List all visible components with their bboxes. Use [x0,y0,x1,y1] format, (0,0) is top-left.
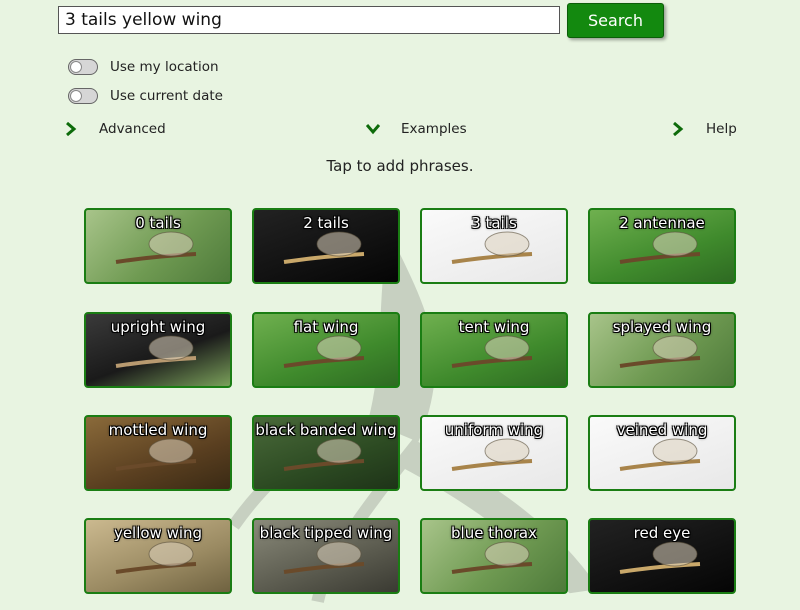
use-date-label: Use current date [110,88,223,104]
phrase-tile-label: black tipped wing [259,524,393,542]
phrase-tile[interactable]: mottled wing [84,415,232,491]
phrase-tile-label: upright wing [110,318,206,336]
hint-text: Tap to add phrases. [326,157,474,175]
phrase-tile[interactable]: blue thorax [420,518,568,594]
phrase-tile[interactable]: yellow wing [84,518,232,594]
phrase-tile[interactable]: 3 tails [420,208,568,284]
phrase-tile[interactable]: 2 tails [252,208,400,284]
help-link[interactable]: Help [671,121,737,137]
phrase-tile-label: flat wing [293,318,359,336]
chevron-right-icon [66,122,77,136]
phrase-tile[interactable]: black banded wing [252,415,400,491]
use-date-row[interactable]: Use current date [68,88,223,104]
toggle-knob [70,90,82,102]
chevron-right-icon [673,122,684,136]
advanced-label: Advanced [99,121,166,137]
use-date-toggle[interactable] [68,88,98,104]
advanced-link[interactable]: Advanced [64,121,166,137]
phrase-tile[interactable]: black tipped wing [252,518,400,594]
chevron-down-icon [366,124,380,135]
phrase-tile[interactable]: 0 tails [84,208,232,284]
phrase-tile[interactable]: red eye [588,518,736,594]
examples-label: Examples [401,121,467,137]
phrase-tile[interactable]: flat wing [252,312,400,388]
help-label: Help [706,121,737,137]
examples-link[interactable]: Examples [366,121,467,137]
phrase-tile-label: red eye [633,524,691,542]
phrase-tile-label: mottled wing [108,421,208,439]
phrase-tile[interactable]: splayed wing [588,312,736,388]
use-location-label: Use my location [110,59,219,75]
phrase-tile-label: 2 tails [303,214,349,232]
phrase-tile-label: 3 tails [471,214,517,232]
search-input[interactable] [58,6,560,34]
phrase-tile[interactable]: veined wing [588,415,736,491]
use-location-row[interactable]: Use my location [68,59,219,75]
phrase-tile-label: veined wing [616,421,708,439]
phrase-tile-label: blue thorax [451,524,537,542]
search-button[interactable]: Search [567,3,664,38]
phrase-tile-label: black banded wing [255,421,397,439]
phrase-tile[interactable]: 2 antennae [588,208,736,284]
phrase-tile-label: 0 tails [135,214,181,232]
phrase-tile[interactable]: uniform wing [420,415,568,491]
phrase-tile-label: 2 antennae [619,214,705,232]
phrase-tile[interactable]: upright wing [84,312,232,388]
toggle-knob [70,61,82,73]
phrase-tile[interactable]: tent wing [420,312,568,388]
phrase-tile-label: uniform wing [444,421,544,439]
phrase-tile-label: tent wing [458,318,530,336]
phrase-tile-label: splayed wing [612,318,712,336]
phrase-tile-label: yellow wing [113,524,203,542]
use-location-toggle[interactable] [68,59,98,75]
